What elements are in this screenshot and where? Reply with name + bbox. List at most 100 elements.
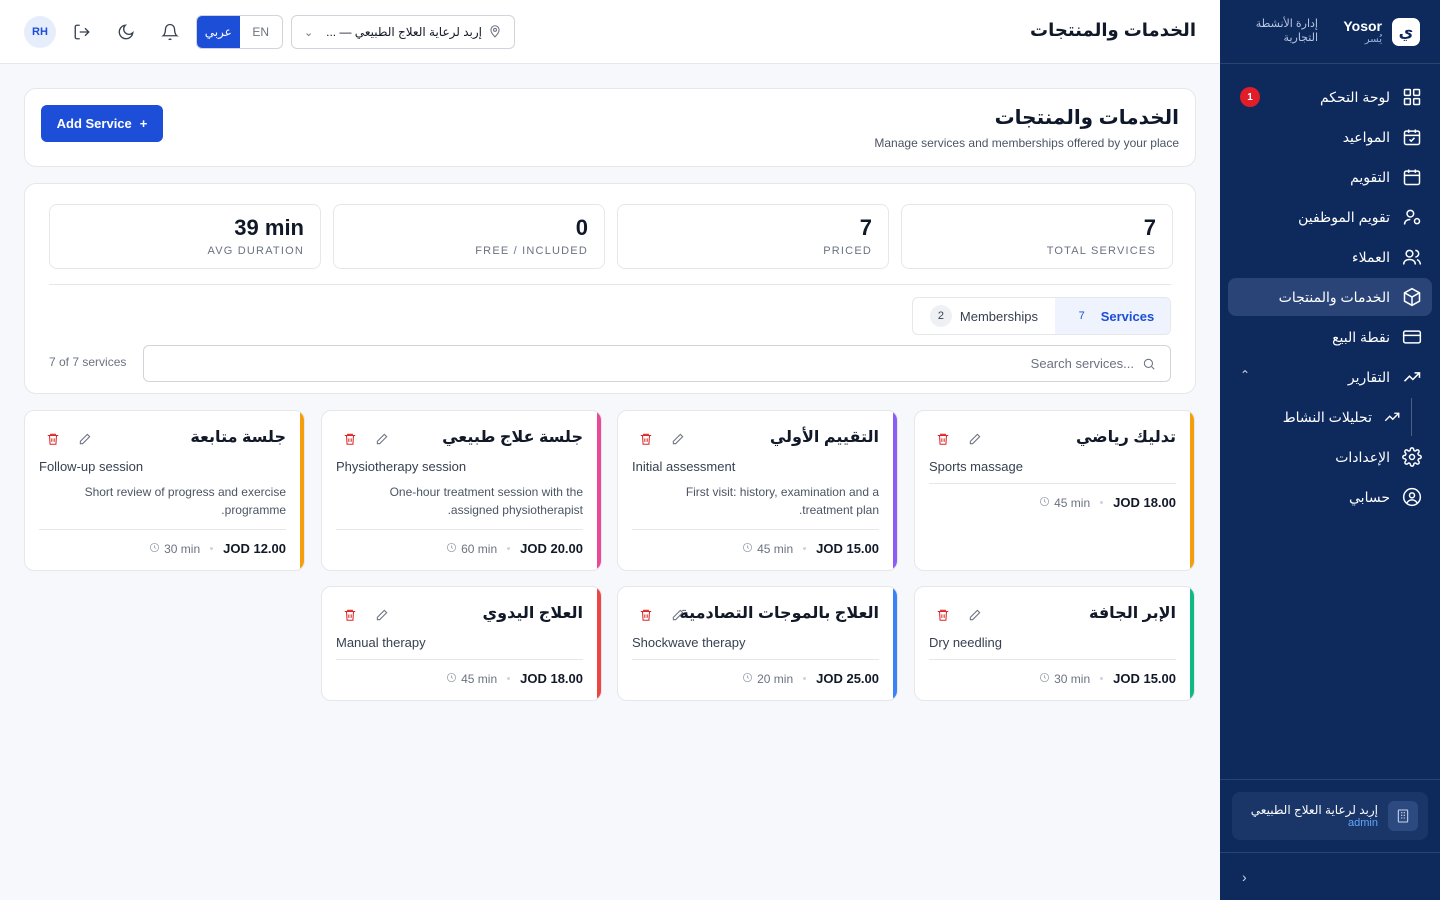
edit-icon[interactable]	[374, 431, 390, 447]
divider	[929, 483, 1176, 484]
service-description: Short review of progress and exercise pr…	[84, 485, 286, 517]
brand-logo[interactable]: Yosor يُسر ي	[1343, 17, 1420, 46]
service-color-bar	[893, 587, 897, 700]
language-toggle: عربي EN	[196, 15, 283, 49]
sidebar-item-label: المواعيد	[1342, 128, 1390, 145]
search-input[interactable]: Search services...	[143, 345, 1171, 382]
sidebar-item-account[interactable]: حسابي	[1228, 478, 1432, 516]
delete-icon[interactable]	[935, 431, 951, 447]
service-price: JOD 15.00	[1113, 671, 1176, 686]
sidebar-item-staff-calendar[interactable]: تقويم الموظفين	[1228, 198, 1432, 236]
sidebar-item-reports[interactable]: ⌃ التقارير	[1228, 358, 1432, 396]
sidebar-item-calendar[interactable]: التقويم	[1228, 158, 1432, 196]
edit-icon[interactable]	[670, 607, 686, 623]
service-meta: 30 min JOD 12.00	[149, 541, 286, 556]
service-card[interactable]: العلاج بالموجات التصادمية Shockwave thera…	[617, 586, 898, 701]
separator-dot	[210, 547, 214, 550]
service-name-en: Dry needling	[929, 635, 1002, 650]
stat-avg-duration: 39 min AVG DURATION	[49, 204, 321, 269]
sidebar-item-label: حسابي	[1349, 488, 1390, 505]
trending-up-icon	[1402, 367, 1422, 387]
sidebar-subitem-analytics[interactable]: تحليلات النشاط	[1228, 398, 1432, 436]
service-price: JOD 18.00	[1113, 495, 1176, 510]
service-name-en: Manual therapy	[336, 635, 426, 650]
sidebar-item-dashboard[interactable]: 1 لوحة التحكم	[1228, 78, 1432, 116]
delete-icon[interactable]	[935, 607, 951, 623]
sidebar-item-label: التقارير	[1347, 368, 1390, 385]
sidebar-item-label: لوحة التحكم	[1319, 88, 1390, 105]
service-meta: 45 min JOD 15.00	[742, 541, 879, 556]
tab-memberships[interactable]: 2 Memberships	[913, 298, 1055, 334]
service-card[interactable]: التقييم الأولي Initial assessment First vi…	[617, 410, 898, 571]
clock-icon	[1039, 496, 1050, 510]
delete-icon[interactable]	[342, 431, 358, 447]
calendar-icon	[1402, 167, 1422, 187]
service-card[interactable]: جلسة متابعة Follow-up session Short review…	[24, 410, 305, 571]
logout-icon[interactable]	[70, 20, 94, 44]
service-meta: 45 min JOD 18.00	[1039, 495, 1176, 510]
lang-arabic-button[interactable]: عربي	[197, 16, 240, 48]
services-tabs: 2 Memberships 7 Services	[912, 297, 1171, 335]
service-title: التقييم الأولي	[769, 429, 879, 446]
stat-label: PRICED	[823, 245, 872, 257]
service-title: جلسة متابعة	[190, 429, 286, 446]
users-icon	[1402, 247, 1422, 267]
stat-total-services: 7 TOTAL SERVICES	[901, 204, 1173, 269]
building-icon	[1388, 801, 1418, 831]
stat-value: 7	[859, 215, 872, 240]
edit-icon[interactable]	[967, 607, 983, 623]
sidebar-item-label: تحليلات النشاط	[1282, 408, 1372, 425]
moon-icon[interactable]	[114, 20, 138, 44]
separator-dot	[507, 677, 511, 680]
credit-card-icon	[1402, 327, 1422, 347]
avatar[interactable]: RH	[24, 16, 56, 48]
dashboard-icon	[1402, 87, 1422, 107]
stat-value: 0	[575, 215, 588, 240]
sidebar-item-settings[interactable]: الإعدادات	[1228, 438, 1432, 476]
plus-icon: +	[139, 116, 148, 131]
stat-value: 39 min	[234, 215, 304, 240]
edit-icon[interactable]	[77, 431, 93, 447]
separator-dot	[803, 677, 807, 680]
sidebar-item-clients[interactable]: العملاء	[1228, 238, 1432, 276]
delete-icon[interactable]	[638, 607, 654, 623]
stat-priced: 7 PRICED	[617, 204, 889, 269]
sidebar-item-pos[interactable]: نقطة البيع	[1228, 318, 1432, 356]
delete-icon[interactable]	[342, 607, 358, 623]
location-select[interactable]: ⌄ إربد لرعاية العلاج الطبيعي — ...	[291, 15, 515, 49]
sidebar-item-services[interactable]: الخدمات والمنتجات	[1228, 278, 1432, 316]
tab-count: 7	[1078, 310, 1085, 322]
sidebar-footer: إربد لرعاية العلاج الطبيعي admin ›	[1220, 779, 1440, 900]
bell-icon[interactable]	[158, 20, 182, 44]
service-card[interactable]: الإبر الجافة Dry needling 30 min JOD 15.00	[914, 586, 1195, 701]
edit-icon[interactable]	[374, 607, 390, 623]
place-switcher[interactable]: إربد لرعاية العلاج الطبيعي admin	[1232, 792, 1428, 840]
service-price: JOD 15.00	[816, 541, 879, 556]
map-pin-icon	[488, 24, 502, 41]
add-service-label: Add Service	[56, 116, 132, 131]
service-meta: 45 min JOD 18.00	[446, 671, 583, 686]
separator-dot	[1100, 677, 1104, 680]
service-duration: 45 min	[742, 542, 793, 556]
add-service-button[interactable]: Add Service +	[41, 105, 163, 142]
service-duration: 60 min	[446, 542, 497, 556]
service-card[interactable]: تدليك رياضي Sports massage 45 min JOD 18.00	[914, 410, 1195, 571]
tab-services[interactable]: 7 Services	[1054, 298, 1170, 334]
edit-icon[interactable]	[670, 431, 686, 447]
search-placeholder: Search services...	[1030, 356, 1134, 371]
service-name-en: Follow-up session	[39, 459, 144, 474]
collapse-sidebar-button[interactable]: ›	[1220, 852, 1440, 900]
sidebar-item-label: الإعدادات	[1335, 448, 1390, 465]
logo-icon: ي	[1392, 17, 1420, 46]
edit-icon[interactable]	[967, 431, 983, 447]
sidebar-item-appointments[interactable]: المواعيد	[1228, 118, 1432, 156]
service-card[interactable]: جلسة علاج طبيعي Physiotherapy session One-…	[321, 410, 602, 571]
separator-dot	[1100, 501, 1104, 504]
delete-icon[interactable]	[45, 431, 61, 447]
service-card[interactable]: العلاج اليدوي Manual therapy 45 min JOD 18.…	[321, 586, 602, 701]
service-color-bar	[1190, 411, 1194, 570]
delete-icon[interactable]	[638, 431, 654, 447]
service-title: الإبر الجافة	[1088, 605, 1176, 622]
search-icon	[1143, 358, 1155, 370]
lang-english-button[interactable]: EN	[240, 16, 283, 48]
